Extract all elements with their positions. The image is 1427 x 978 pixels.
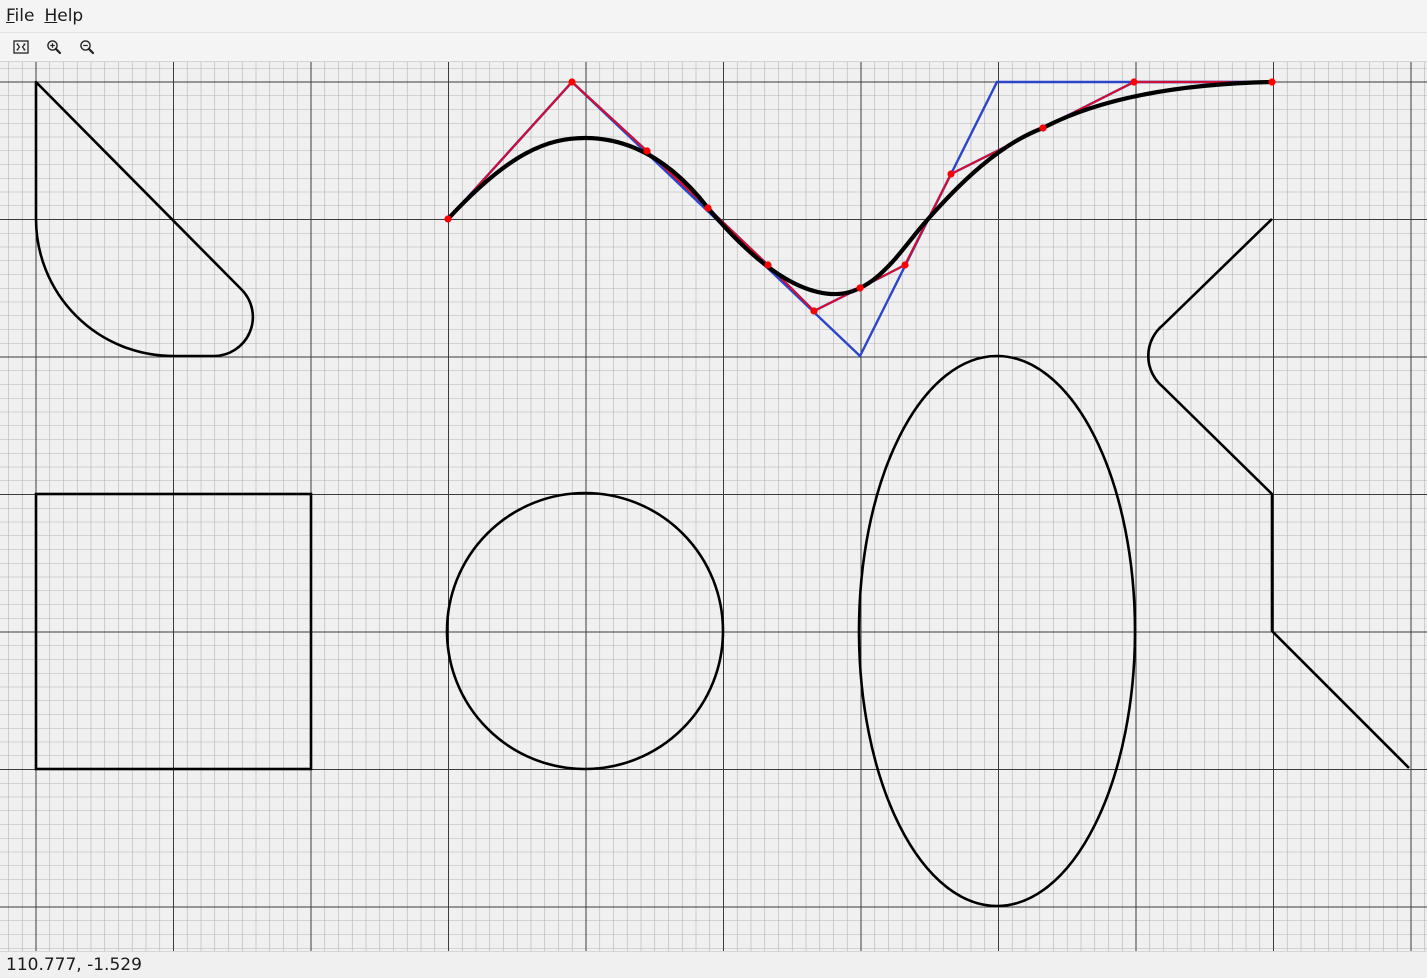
menu-file-mnemonic: F bbox=[6, 6, 15, 26]
control-point[interactable] bbox=[704, 204, 712, 212]
control-point[interactable] bbox=[764, 261, 772, 269]
menu-help-label: elp bbox=[57, 6, 84, 26]
grid bbox=[0, 62, 1427, 951]
cursor-coordinates: 110.777, -1.529 bbox=[6, 955, 142, 975]
status-bar: 110.777, -1.529 bbox=[0, 951, 1427, 978]
control-point[interactable] bbox=[1130, 78, 1138, 86]
menu-help-mnemonic: H bbox=[44, 6, 58, 26]
menu-help[interactable]: Help bbox=[44, 6, 83, 26]
control-point[interactable] bbox=[568, 78, 576, 86]
circle-shape[interactable] bbox=[445, 491, 725, 771]
control-point[interactable] bbox=[947, 170, 955, 178]
zoom-out-button[interactable] bbox=[74, 35, 100, 59]
toolbar bbox=[0, 32, 1427, 62]
drawing-canvas[interactable] bbox=[0, 62, 1427, 951]
ellipse-shape[interactable] bbox=[857, 354, 1137, 908]
menu-bar: File Help bbox=[0, 0, 1427, 32]
zoom-in-button[interactable] bbox=[41, 35, 67, 59]
fit-to-window-icon bbox=[13, 40, 29, 54]
control-points bbox=[444, 78, 1276, 315]
fit-to-window-button[interactable] bbox=[8, 35, 34, 59]
control-point[interactable] bbox=[1039, 124, 1047, 132]
control-point[interactable] bbox=[901, 261, 909, 269]
control-point[interactable] bbox=[1268, 78, 1276, 86]
bezier-curve[interactable] bbox=[445, 79, 1275, 297]
control-point[interactable] bbox=[856, 284, 864, 292]
control-polygon-inner bbox=[447, 81, 1272, 312]
zoom-out-icon bbox=[80, 40, 95, 55]
menu-file[interactable]: File bbox=[6, 6, 34, 26]
drawing-canvas-area[interactable] bbox=[0, 62, 1427, 951]
bezier-construction bbox=[444, 78, 1276, 358]
control-point[interactable] bbox=[643, 147, 651, 155]
zoom-in-icon bbox=[47, 40, 62, 55]
menu-file-label: ile bbox=[14, 6, 35, 26]
control-point[interactable] bbox=[444, 215, 452, 223]
control-polygon-mid bbox=[447, 80, 1272, 313]
control-point[interactable] bbox=[810, 307, 818, 315]
